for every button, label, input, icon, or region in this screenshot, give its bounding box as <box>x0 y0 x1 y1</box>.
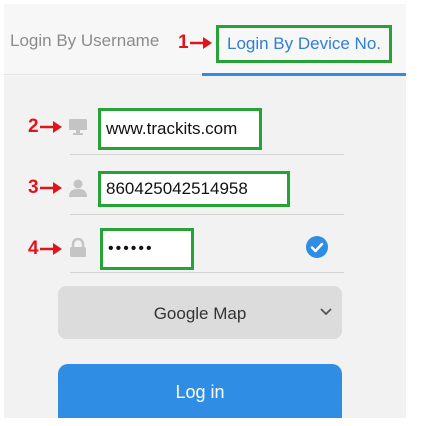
annotation-marker-2: 2 <box>28 116 62 138</box>
map-type-selected-value: Google Map <box>153 304 247 323</box>
login-panel: Login By Username Login By Device No. 1 … <box>4 4 406 418</box>
arrow-right-icon <box>189 37 212 49</box>
tab-login-by-device-no[interactable]: Login By Device No. <box>216 25 392 63</box>
annotation-marker-1: 1 <box>178 32 212 54</box>
server-address-input[interactable]: www.trackits.com <box>98 108 262 150</box>
active-tab-indicator <box>202 73 406 76</box>
arrow-right-icon <box>39 243 62 255</box>
login-button[interactable]: Log in <box>58 364 342 418</box>
marker-number: 3 <box>28 177 39 198</box>
person-icon <box>69 179 87 197</box>
map-type-select[interactable]: Google Map <box>58 286 342 339</box>
check-circle-icon <box>310 242 324 253</box>
login-button-label: Log in <box>175 382 225 402</box>
password-input[interactable]: •••••• <box>100 228 194 270</box>
arrow-right-icon <box>39 182 62 194</box>
annotation-marker-4: 4 <box>28 238 62 260</box>
marker-number: 4 <box>28 238 39 259</box>
field-underline <box>70 214 344 215</box>
chevron-down-icon <box>320 308 332 316</box>
remember-password-checkbox[interactable] <box>306 236 328 258</box>
arrow-right-icon <box>39 121 62 133</box>
device-number-input[interactable]: 860425042514958 <box>98 171 290 207</box>
marker-number: 1 <box>178 32 189 53</box>
marker-number: 2 <box>28 116 39 137</box>
field-underline <box>70 272 344 273</box>
lock-icon <box>70 238 86 257</box>
annotation-marker-3: 3 <box>28 177 62 199</box>
monitor-icon <box>69 119 87 135</box>
tab-login-by-username[interactable]: Login By Username <box>10 31 159 51</box>
field-underline <box>70 154 344 155</box>
